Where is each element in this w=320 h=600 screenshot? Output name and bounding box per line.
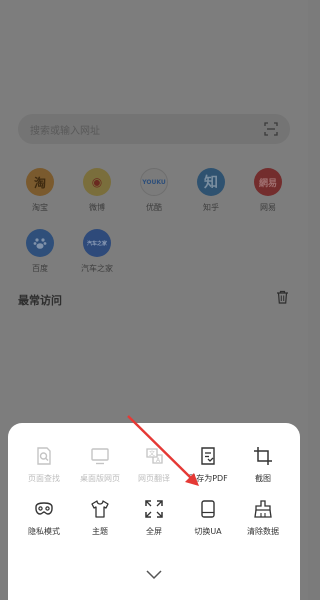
- site-autohome[interactable]: 汽车之家 汽车之家: [72, 229, 122, 274]
- site-label: 淘宝: [32, 203, 48, 212]
- menu-fullscreen[interactable]: 全屏: [126, 499, 182, 537]
- menu-label: 另存为PDF: [188, 474, 228, 483]
- svg-text:文: 文: [149, 450, 155, 458]
- save-pdf-icon: [201, 447, 215, 465]
- menu-theme[interactable]: 主题: [72, 499, 128, 537]
- trash-icon[interactable]: [276, 290, 289, 304]
- menu-save-pdf[interactable]: 另存为PDF: [180, 446, 236, 484]
- menu-desktop-site[interactable]: 桌面版网页: [72, 446, 128, 484]
- netease-icon: 網易: [254, 168, 282, 196]
- menu-label: 清除数据: [247, 527, 279, 536]
- incognito-icon: [35, 502, 53, 515]
- site-netease[interactable]: 網易 网易: [243, 168, 293, 213]
- scan-icon[interactable]: [264, 122, 278, 136]
- fullscreen-icon: [145, 500, 163, 518]
- site-zhihu[interactable]: 知 知乎: [186, 168, 236, 213]
- site-baidu[interactable]: 百度: [15, 229, 65, 274]
- most-visited-title: 最常访问: [18, 294, 62, 307]
- switch-ua-icon: [201, 500, 215, 518]
- zhihu-icon: 知: [197, 168, 225, 196]
- menu-incognito[interactable]: 隐私模式: [16, 499, 72, 537]
- site-label: 微博: [89, 203, 105, 212]
- site-youku[interactable]: YOUKU 优酷: [129, 168, 179, 213]
- youku-icon: YOUKU: [140, 168, 168, 196]
- baidu-paw-icon: [26, 229, 54, 257]
- menu-label: 切换UA: [194, 527, 222, 536]
- translate-icon: 文 A: [146, 448, 163, 464]
- theme-shirt-icon: [91, 500, 109, 518]
- site-weibo[interactable]: ◉ 微博: [72, 168, 122, 213]
- menu-label: 隐私模式: [28, 527, 60, 536]
- search-bar[interactable]: 搜索或输入网址: [18, 114, 290, 144]
- autohome-icon: 汽车之家: [83, 229, 111, 257]
- chevron-down-icon[interactable]: [146, 570, 162, 580]
- search-input[interactable]: 搜索或输入网址: [30, 122, 264, 137]
- site-label: 网易: [260, 203, 276, 212]
- menu-label: 页面查找: [28, 474, 60, 483]
- screenshot-icon: [254, 447, 272, 465]
- site-taobao[interactable]: 淘 淘宝: [15, 168, 65, 213]
- menu-switch-ua[interactable]: 切换UA: [180, 499, 236, 537]
- menu-clear-data[interactable]: 清除数据: [235, 499, 291, 537]
- site-label: 知乎: [203, 203, 219, 212]
- site-label: 优酷: [146, 203, 162, 212]
- desktop-icon: [91, 448, 109, 465]
- menu-label: 全屏: [146, 527, 162, 536]
- site-label: 汽车之家: [81, 264, 113, 273]
- menu-label: 网页翻译: [138, 474, 170, 483]
- weibo-icon: ◉: [83, 168, 111, 196]
- clear-data-icon: [254, 500, 272, 518]
- menu-screenshot[interactable]: 截图: [235, 446, 291, 484]
- taobao-icon: 淘: [26, 168, 54, 196]
- menu-label: 截图: [255, 474, 271, 483]
- site-label: 百度: [32, 264, 48, 273]
- menu-find-in-page[interactable]: 页面查找: [16, 446, 72, 484]
- menu-translate[interactable]: 文 A 网页翻译: [126, 446, 182, 484]
- menu-label: 桌面版网页: [80, 474, 120, 483]
- menu-label: 主题: [92, 527, 108, 536]
- find-in-page-icon: [37, 447, 51, 465]
